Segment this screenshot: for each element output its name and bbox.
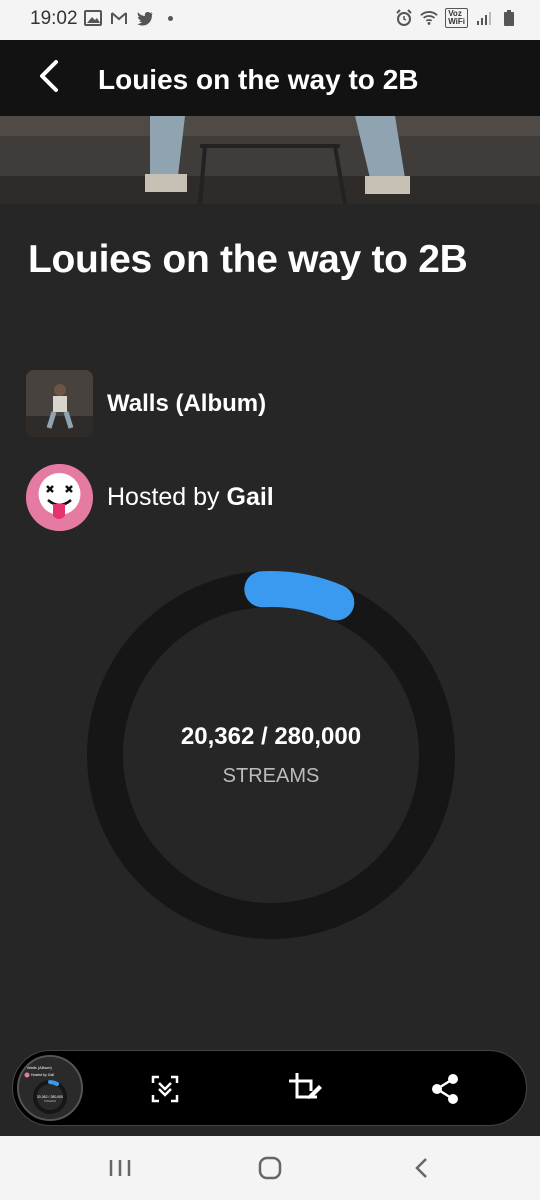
stream-goal: 280,000 [274,722,362,750]
recent-apps-icon [109,1160,131,1176]
preview-host: Hosted by Gail [31,1073,54,1077]
host-name: Gail [226,483,274,511]
share-button[interactable] [427,1071,463,1107]
scroll-capture-button[interactable] [147,1071,183,1107]
battery-icon [504,10,514,26]
status-time: 19:02 [30,8,78,29]
page-title: Louies on the way to 2B [28,238,468,281]
album-cover [26,370,93,437]
scroll-capture-icon [151,1075,179,1103]
back-button[interactable] [30,56,70,96]
stream-label: STREAMS [222,764,320,787]
album-label: Walls (Album) [107,389,267,417]
host-avatar [26,464,93,531]
home-icon [258,1156,282,1180]
progress-readout: 20,362 / 280,000 STREAMS [86,570,456,940]
preview-count: 20,362 / 280,000 [37,1095,63,1099]
hero-image [0,116,540,204]
status-bar: 19:02 Voz WiFi [0,0,540,40]
share-icon [432,1074,458,1104]
signal-icon [477,12,491,25]
crop-edit-button[interactable] [287,1071,323,1107]
stream-current: 20,362 [180,722,255,750]
host-link[interactable]: Hosted by Gail [26,464,274,531]
gmail-icon [111,12,127,24]
twitter-icon [137,12,153,26]
app-bar: Louies on the way to 2B [0,40,540,116]
nav-back-button[interactable] [408,1156,436,1180]
host-text: Hosted by Gail [107,483,274,512]
recent-apps-button[interactable] [106,1156,134,1180]
app-bar-title: Louies on the way to 2B [98,64,419,95]
host-prefix: Hosted by [107,483,220,511]
dot-icon [168,15,173,21]
arrow-left-icon [40,60,58,92]
system-nav-bar [0,1136,540,1200]
crop-edit-icon [289,1073,322,1099]
stream-separator: / [260,722,268,750]
image-icon [84,10,102,26]
wifi-icon [420,11,438,25]
preview-label: STREAMS [44,1100,56,1103]
stream-progress-ring: 20,362 / 280,000 STREAMS [86,570,456,940]
stream-count: 20,362 / 280,000 [181,723,361,751]
album-link[interactable]: Walls (Album) [26,370,266,437]
preview-album: Walls (Album) [27,1065,52,1070]
home-button[interactable] [256,1156,284,1180]
screenshot-toolbar: Walls (Album) Hosted by Gail 20,362 / 28… [12,1050,527,1126]
alarm-icon [396,9,412,26]
back-icon [415,1158,427,1178]
screenshot-preview-thumbnail[interactable]: Walls (Album) Hosted by Gail 20,362 / 28… [17,1055,83,1121]
volte-icon: Voz WiFi [445,8,468,28]
